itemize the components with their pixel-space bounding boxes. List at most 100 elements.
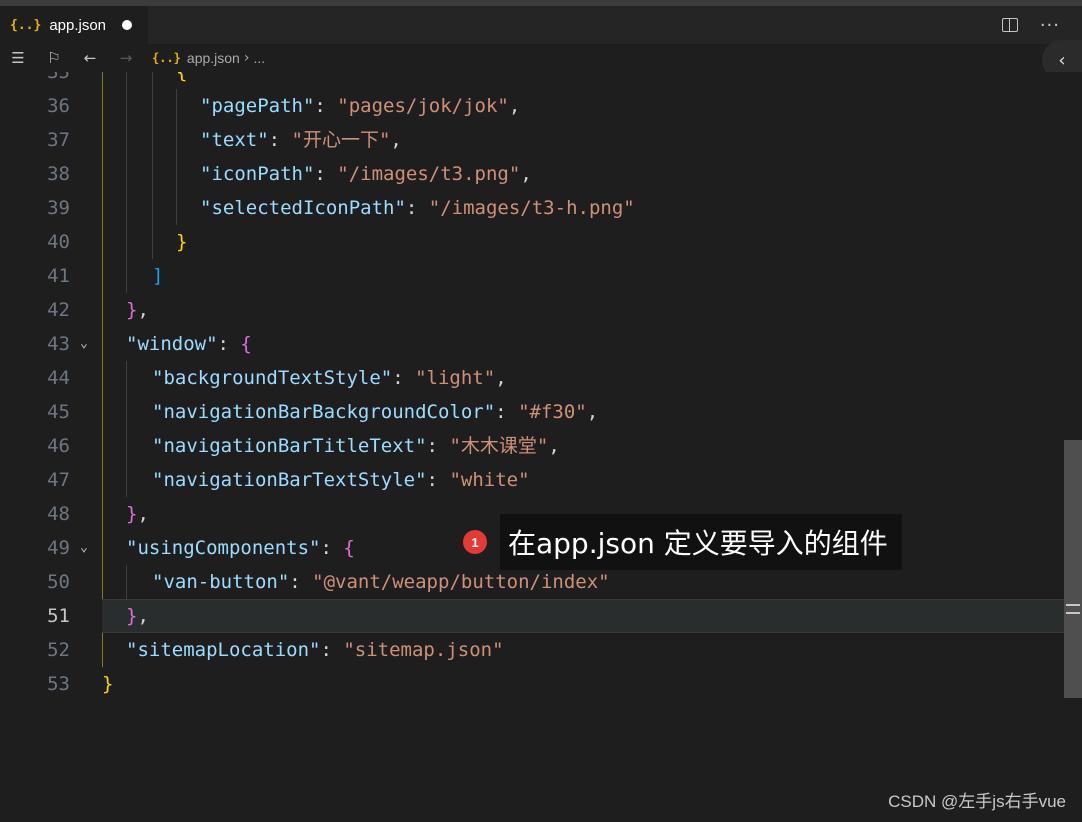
list-icon[interactable]: ☰ <box>8 49 28 67</box>
line-number: 38 <box>47 163 70 185</box>
code-token: : <box>314 95 338 117</box>
annotation-callout: 在app.json 定义要导入的组件 <box>500 514 902 570</box>
line-number: 42 <box>47 299 70 321</box>
code-line[interactable]: 51}, <box>0 599 1064 633</box>
code-text: "selectedIconPath": "/images/t3-h.png" <box>200 191 635 225</box>
code-token: "navigationBarTextStyle" <box>152 469 427 491</box>
code-token: "navigationBarTitleText" <box>152 435 427 457</box>
more-actions-icon[interactable]: ··· <box>1040 15 1060 36</box>
tab-title: app.json <box>49 16 107 34</box>
code-token: { <box>176 72 188 83</box>
code-line[interactable]: 52 "sitemapLocation": "sitemap.json" <box>0 633 1064 667</box>
fold-chevron-icon[interactable]: ⌄ <box>80 327 88 361</box>
code-token: "pagePath" <box>200 95 315 117</box>
code-token: : <box>495 401 519 423</box>
code-token: "selectedIconPath" <box>200 197 406 219</box>
line-number: 52 <box>47 639 70 661</box>
code-token: "usingComponents" <box>126 537 321 559</box>
line-number: 46 <box>47 435 70 457</box>
code-line[interactable]: 50 "van-button": "@vant/weapp/button/inde… <box>0 565 1064 599</box>
fold-chevron-icon[interactable]: ⌄ <box>80 531 88 565</box>
code-token: , <box>137 299 149 321</box>
code-line[interactable]: 37 "text": "开心一下", <box>0 123 1064 157</box>
code-line[interactable]: 43 ⌄ "window": { <box>0 327 1064 361</box>
line-number: 39 <box>47 197 70 219</box>
code-token: : <box>320 537 344 559</box>
code-token: "navigationBarBackgroundColor" <box>152 401 496 423</box>
code-token: "sitemapLocation" <box>126 639 321 661</box>
code-text: }, <box>126 599 149 633</box>
code-token: "light" <box>415 367 496 389</box>
code-token: "window" <box>126 333 218 355</box>
code-token: "/images/t3-h.png" <box>428 197 635 219</box>
watermark: CSDN @左手js右手vue <box>888 792 1066 811</box>
code-text: "navigationBarBackgroundColor": "#f30", <box>152 395 598 429</box>
code-line[interactable]: 53} <box>0 667 1064 701</box>
code-token: } <box>126 503 138 525</box>
code-line[interactable]: 47 "navigationBarTextStyle": "white" <box>0 463 1064 497</box>
code-line[interactable]: 40} <box>0 225 1064 259</box>
code-line[interactable]: 44 "backgroundTextStyle": "light", <box>0 361 1064 395</box>
code-token: : <box>392 367 416 389</box>
code-token: , <box>586 401 599 423</box>
code-token: { <box>343 537 355 559</box>
unsaved-dot-icon[interactable] <box>122 20 132 30</box>
code-token: ] <box>152 265 164 287</box>
code-text: } <box>176 225 187 259</box>
code-token: "van-button" <box>152 571 290 593</box>
code-line[interactable]: 45 "navigationBarBackgroundColor": "#f30"… <box>0 395 1064 429</box>
code-line[interactable]: 36 "pagePath": "pages/jok/jok", <box>0 89 1064 123</box>
code-editor[interactable]: 35 {36 "pagePath": "pages/jok/jok", 37 "text… <box>0 72 1082 822</box>
line-number: 47 <box>47 469 70 491</box>
tab-app-json[interactable]: {..} app.json <box>0 6 148 44</box>
breadcrumb-file[interactable]: app.json <box>187 50 240 66</box>
forward-arrow-icon[interactable]: → <box>116 49 136 67</box>
code-text: }, <box>126 497 149 531</box>
code-token: : <box>268 129 292 151</box>
code-token: : <box>405 197 429 219</box>
code-token: : <box>426 469 450 491</box>
annotation-badge: 1 <box>463 530 487 554</box>
split-editor-icon[interactable] <box>1001 18 1018 32</box>
line-number: 48 <box>47 503 70 525</box>
code-text: ] <box>152 259 163 293</box>
code-token: "sitemap.json" <box>343 639 504 661</box>
code-token: "iconPath" <box>200 163 315 185</box>
code-line[interactable]: 38 "iconPath": "/images/t3.png", <box>0 157 1064 191</box>
line-number: 36 <box>47 95 70 117</box>
code-line[interactable]: 35 { <box>0 72 1064 89</box>
chevron-left-icon: ‹ <box>1058 49 1066 71</box>
scrollbar-cursor-marker <box>1066 612 1080 614</box>
code-token: : <box>289 571 313 593</box>
code-line[interactable]: 39 "selectedIconPath": "/images/t3-h.png" <box>0 191 1064 225</box>
code-token: : <box>320 639 344 661</box>
vertical-scrollbar[interactable] <box>1064 440 1082 698</box>
code-token: } <box>102 673 114 695</box>
breadcrumb: ☰ ⚐ ← → {..} app.json › ... <box>0 44 1082 72</box>
code-text: }, <box>126 293 149 327</box>
code-token: , <box>390 129 402 151</box>
code-text: "window": { <box>126 327 252 361</box>
code-text: "sitemapLocation": "sitemap.json" <box>126 633 504 667</box>
code-token: "@vant/weapp/button/index" <box>312 571 610 593</box>
code-text: } <box>102 667 113 701</box>
code-token: { <box>240 333 252 355</box>
code-text: "backgroundTextStyle": "light", <box>152 361 507 395</box>
code-line[interactable]: 46 "navigationBarTitleText": "木木课堂", <box>0 429 1064 463</box>
back-arrow-icon[interactable]: ← <box>80 49 100 67</box>
breadcrumb-rest[interactable]: ... <box>253 50 265 66</box>
code-token: : <box>426 435 450 457</box>
code-token: : <box>314 163 338 185</box>
json-braces-icon: {..} <box>152 51 181 65</box>
code-line[interactable]: 42}, <box>0 293 1064 327</box>
code-token: } <box>126 605 138 627</box>
code-token: , <box>137 503 149 525</box>
code-text: "navigationBarTextStyle": "white" <box>152 463 530 497</box>
bookmark-icon[interactable]: ⚐ <box>44 49 64 67</box>
code-token: : <box>217 333 241 355</box>
code-line[interactable]: 41] <box>0 259 1064 293</box>
line-number: 51 <box>47 605 70 627</box>
line-number: 37 <box>47 129 70 151</box>
line-number: 53 <box>47 673 70 695</box>
chevron-right-icon: › <box>243 50 250 66</box>
